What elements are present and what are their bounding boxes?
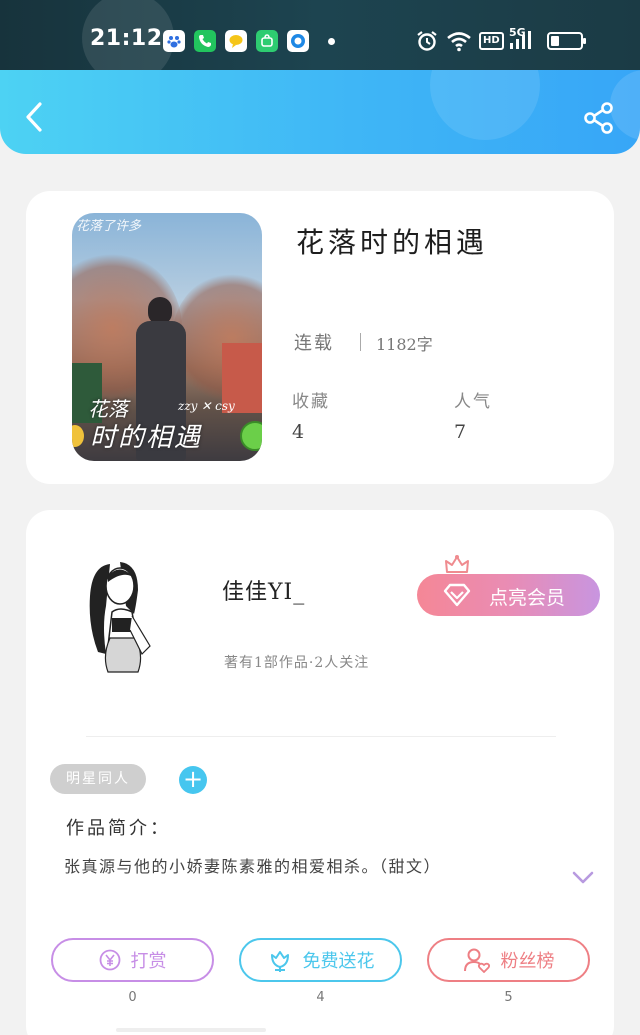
fan-ranking-label: 粉丝榜	[500, 951, 555, 972]
chevron-left-icon	[26, 102, 42, 132]
divider	[360, 333, 361, 351]
hd-label: HD	[479, 32, 504, 50]
store-icon	[256, 30, 278, 52]
cover-title-line2: 时的相遇	[90, 423, 203, 453]
activate-vip-label: 点亮会员	[489, 587, 566, 609]
author-card: 佳佳YI_ 著有1部作品·2人关注 点亮会员 明星同人 + 作品简介： 张真源与…	[26, 510, 614, 1035]
reward-button[interactable]: 打赏	[51, 938, 214, 982]
top-app-bar	[0, 70, 640, 154]
baidu-icon	[163, 30, 185, 52]
diamond-icon	[443, 583, 471, 607]
browser-icon	[287, 30, 309, 52]
wifi-icon	[446, 28, 472, 54]
status-time: 21:12	[90, 26, 163, 51]
word-count: 1182字	[376, 335, 433, 354]
notification-dot	[328, 38, 335, 45]
book-cover[interactable]: 花落了许多 花落 zzy ✕ csy 时的相遇	[72, 213, 262, 461]
flower-count: 4	[316, 990, 325, 1005]
popularity-label: 人气	[454, 392, 492, 412]
cover-sticker	[72, 425, 84, 447]
send-flower-button[interactable]: 免费送花	[239, 938, 402, 982]
fan-ranking-button[interactable]: 粉丝榜	[427, 938, 590, 982]
phone-icon	[194, 30, 216, 52]
cover-top-text: 花落了许多	[76, 219, 142, 234]
popularity-count: 7	[454, 421, 467, 443]
book-title: 花落时的相遇	[296, 226, 489, 259]
author-name[interactable]: 佳佳YI_	[222, 574, 305, 606]
decorative-bubble	[430, 70, 540, 140]
battery-icon	[547, 28, 586, 54]
signal-5g-icon: 5G	[508, 26, 538, 52]
add-tag-button[interactable]: +	[179, 766, 207, 794]
status-bar: 21:12 HD 5G	[0, 0, 640, 70]
back-button[interactable]	[20, 100, 50, 134]
book-info-card: 花落了许多 花落 zzy ✕ csy 时的相遇 花落时的相遇 连载 1182字 …	[26, 191, 614, 484]
favorites-count: 4	[292, 421, 305, 443]
intro-heading: 作品简介：	[66, 818, 171, 839]
crown-icon	[445, 555, 469, 573]
intro-text: 张真源与他的小娇妻陈素雅的相爱相杀。（甜文）	[64, 857, 442, 876]
user-heart-icon	[463, 948, 490, 973]
yen-coin-icon	[99, 949, 120, 971]
author-stats: 著有1部作品·2人关注	[224, 655, 370, 671]
plus-icon: +	[182, 765, 204, 793]
activate-vip-button[interactable]: 点亮会员	[417, 574, 600, 616]
alarm-icon	[416, 28, 438, 54]
fan-count: 5	[504, 990, 513, 1005]
category-tag[interactable]: 明星同人	[50, 764, 146, 794]
flower-icon	[270, 951, 289, 972]
reward-count: 0	[128, 990, 137, 1005]
author-avatar[interactable]	[72, 556, 172, 676]
book-status: 连载	[294, 333, 334, 354]
chat-icon	[225, 30, 247, 52]
reward-label: 打赏	[130, 951, 167, 972]
network-label: 5G	[509, 26, 526, 39]
share-icon	[584, 102, 613, 134]
send-flower-label: 免费送花	[302, 951, 375, 972]
section-divider	[86, 736, 556, 737]
hd-icon: HD	[479, 28, 504, 54]
favorites-label: 收藏	[292, 392, 330, 412]
expand-chevron-icon[interactable]	[572, 870, 594, 886]
share-button[interactable]	[582, 101, 616, 135]
bottom-indicator	[116, 1028, 266, 1032]
cover-credit: zzy ✕ csy	[178, 399, 235, 413]
cover-sticker	[240, 421, 262, 451]
